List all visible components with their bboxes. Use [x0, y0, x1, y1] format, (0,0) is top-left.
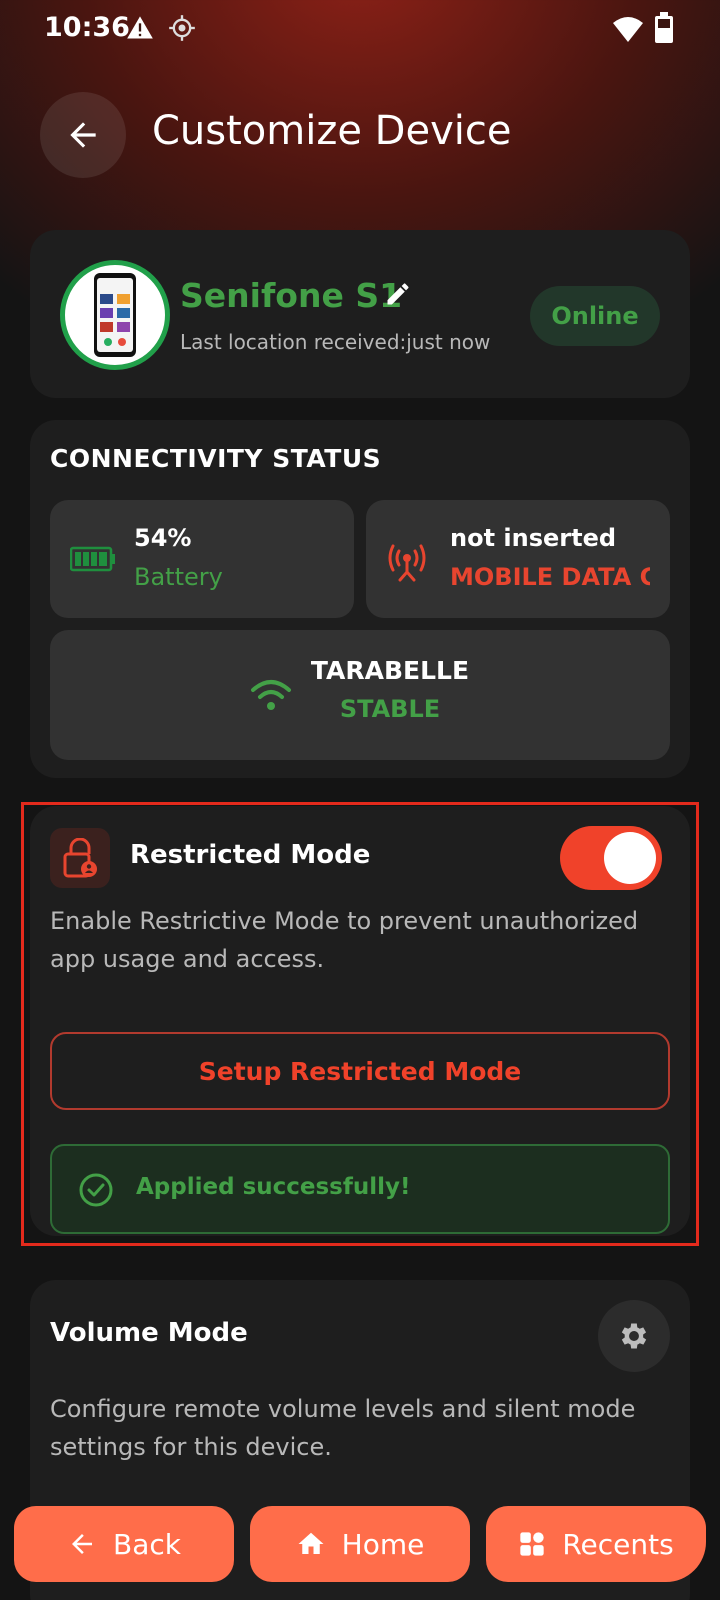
- wifi-icon: [613, 17, 643, 42]
- signal-tower-icon: [388, 544, 426, 582]
- nav-home-label: Home: [341, 1527, 425, 1561]
- success-message: Applied successfully!: [136, 1174, 411, 1200]
- battery-label: Battery: [134, 563, 223, 591]
- restricted-mode-description: Enable Restrictive Mode to prevent unaut…: [50, 907, 639, 973]
- nav-back-button[interactable]: Back: [14, 1506, 234, 1582]
- wifi-signal-icon: [251, 680, 291, 710]
- battery-full-icon: [70, 546, 115, 572]
- volume-mode-title: Volume Mode: [50, 1318, 248, 1348]
- wifi-network-name: TARABELLE: [310, 656, 470, 685]
- setup-restricted-mode-button[interactable]: Setup Restricted Mode: [50, 1032, 670, 1110]
- gear-icon: [621, 1323, 647, 1349]
- last-location-text: Last location received:just now: [180, 330, 491, 354]
- nav-home-button[interactable]: Home: [250, 1506, 470, 1582]
- volume-settings-button[interactable]: [598, 1300, 670, 1372]
- mobile-data-label: MOBILE DATA C: [450, 563, 650, 591]
- arrow-left-icon: [72, 1534, 92, 1554]
- restricted-mode-icon-box: [50, 828, 110, 888]
- home-icon: [298, 1532, 324, 1554]
- mobile-data-value: not inserted: [450, 524, 617, 552]
- back-button[interactable]: [40, 92, 126, 178]
- check-circle-icon: [79, 1173, 113, 1207]
- warning-icon: [127, 16, 153, 39]
- wifi-status: STABLE: [339, 695, 441, 723]
- device-avatar: [60, 260, 170, 370]
- restricted-mode-title: Restricted Mode: [130, 840, 371, 870]
- recents-grid-icon: [520, 1532, 544, 1556]
- device-name: Senifone S1: [180, 276, 403, 315]
- location-icon: [169, 15, 195, 41]
- page-title: Customize Device: [152, 108, 512, 154]
- lock-person-icon: [63, 838, 97, 878]
- nav-recents-label: Recents: [562, 1527, 674, 1561]
- phone-icon: [94, 273, 136, 357]
- status-time: 10:36: [44, 12, 130, 43]
- volume-mode-description: Configure remote volume levels and silen…: [50, 1395, 636, 1461]
- pencil-icon[interactable]: [384, 280, 412, 308]
- connectivity-title: CONNECTIVITY STATUS: [50, 444, 382, 473]
- arrow-left-icon: [70, 122, 96, 148]
- status-badge: Online: [530, 286, 660, 346]
- battery-value: 54%: [134, 524, 192, 552]
- toggle-knob[interactable]: [604, 832, 656, 884]
- battery-icon: [655, 12, 673, 43]
- nav-recents-button[interactable]: Recents: [486, 1506, 706, 1582]
- nav-back-label: Back: [113, 1527, 181, 1561]
